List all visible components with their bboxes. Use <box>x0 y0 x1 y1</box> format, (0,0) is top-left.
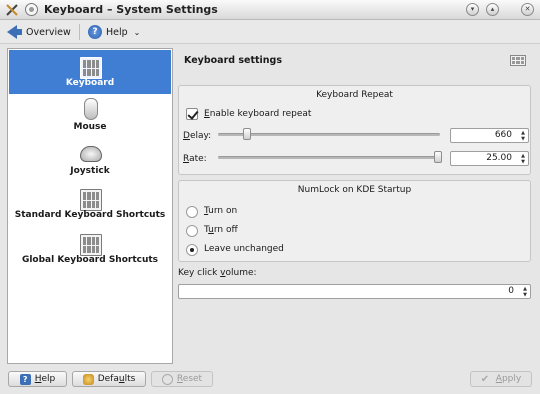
spin-arrows-icon[interactable]: ▲ ▼ <box>521 130 525 142</box>
help-label: Help <box>106 26 128 38</box>
help-book-icon: ? <box>19 373 31 385</box>
help-icon: ? <box>88 25 102 39</box>
pin-icon[interactable] <box>25 3 38 16</box>
spin-arrows-icon[interactable]: ▲ ▼ <box>521 153 525 165</box>
numlock-turn-on-label: Turn on <box>204 206 238 216</box>
numlock-turn-on-radio[interactable] <box>186 206 198 218</box>
sidebar-item-joystick[interactable]: Joystick <box>9 138 171 182</box>
settings-tools-icon[interactable] <box>5 3 19 17</box>
chevron-down-icon: ⌄ <box>133 27 141 37</box>
numlock-leave-unchanged-label: Leave unchanged <box>204 244 284 254</box>
checkmark-icon: ✔ <box>480 373 490 385</box>
sidebar-item-label: Mouse <box>73 122 107 132</box>
sidebar-item-standard-shortcuts[interactable]: Standard Keyboard Shortcuts <box>9 182 171 226</box>
keyboard-icon <box>80 57 102 79</box>
numlock-turn-off-radio[interactable] <box>186 225 198 237</box>
toolbar-separator <box>79 24 80 40</box>
title-bar: Keyboard – System Settings ▾ ▴ ✕ <box>0 0 540 20</box>
sidebar-item-label: Keyboard <box>65 78 115 88</box>
overview-button[interactable]: Overview <box>7 23 71 41</box>
delay-slider[interactable] <box>218 133 440 136</box>
delay-label: Delay: <box>183 131 212 141</box>
defaults-button[interactable]: Defaults <box>72 371 146 387</box>
rate-slider-handle[interactable] <box>434 151 442 163</box>
enable-repeat-label: Enable keyboard repeat <box>204 109 312 119</box>
group-title: NumLock on KDE Startup <box>297 185 412 195</box>
reset-button-label: Reset <box>176 374 203 384</box>
help-button[interactable]: ? Help <box>8 371 67 387</box>
mouse-icon <box>84 98 98 120</box>
rate-slider[interactable] <box>218 156 440 159</box>
sidebar-item-mouse[interactable]: Mouse <box>9 94 171 138</box>
sidebar-item-keyboard[interactable]: Keyboard <box>9 50 171 94</box>
module-sidebar: Keyboard Mouse Joystick Standard Keyboar… <box>7 48 173 364</box>
sidebar-item-global-shortcuts[interactable]: Global Keyboard Shortcuts <box>9 227 171 271</box>
back-arrow-icon <box>7 25 17 39</box>
apply-button-label: Apply <box>495 374 522 384</box>
sidebar-item-label: Joystick <box>70 166 110 176</box>
spin-arrows-icon[interactable]: ▲ ▼ <box>523 286 527 298</box>
rate-value: 25.00 <box>486 153 512 163</box>
delay-slider-handle[interactable] <box>243 128 251 140</box>
window-title: Keyboard – System Settings <box>44 3 218 16</box>
numlock-leave-unchanged-radio[interactable] <box>186 244 198 256</box>
apply-button[interactable]: ✔ Apply <box>470 371 532 387</box>
click-volume-label: Key click volume: <box>178 268 257 278</box>
click-volume-spinbox[interactable]: 0 ▲ ▼ <box>178 284 531 299</box>
rate-label: Rate: <box>183 154 207 164</box>
help-menu-button[interactable]: ? Help ⌄ <box>88 23 140 41</box>
overview-label: Overview <box>26 26 71 38</box>
rate-spinbox[interactable]: 25.00 ▲ ▼ <box>450 151 529 166</box>
sidebar-item-label: Standard Keyboard Shortcuts <box>14 210 166 220</box>
delay-spinbox[interactable]: 660 ▲ ▼ <box>450 128 529 143</box>
enable-repeat-text: nable keyboard repeat <box>209 109 312 119</box>
group-title: Keyboard Repeat <box>316 90 393 100</box>
close-button[interactable]: ✕ <box>521 3 534 16</box>
keyboard-shortcuts-icon <box>80 189 102 211</box>
defaults-button-label: Defaults <box>97 374 136 384</box>
numlock-turn-off-label: Turn off <box>204 225 238 235</box>
joystick-icon <box>80 146 102 162</box>
delay-value: 660 <box>494 130 512 140</box>
reset-icon <box>161 373 173 385</box>
help-button-label: Help <box>34 374 56 384</box>
minimize-button[interactable]: ▾ <box>466 3 479 16</box>
click-volume-value: 0 <box>508 286 514 296</box>
keyboard-settings-icon <box>510 55 526 66</box>
reset-button[interactable]: Reset <box>151 371 213 387</box>
global-shortcuts-icon <box>80 234 102 256</box>
sidebar-item-label: Global Keyboard Shortcuts <box>21 255 159 265</box>
enable-repeat-checkbox[interactable] <box>186 108 198 120</box>
page-title: Keyboard settings <box>184 55 283 66</box>
toolbar: Overview ? Help ⌄ <box>0 20 540 44</box>
maximize-button[interactable]: ▴ <box>486 3 499 16</box>
defaults-icon <box>82 373 94 385</box>
